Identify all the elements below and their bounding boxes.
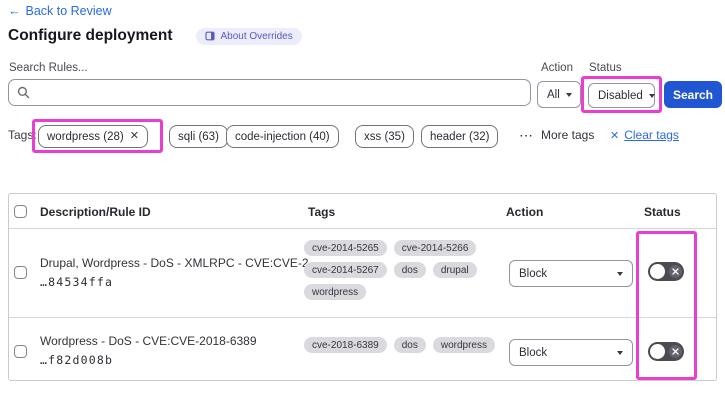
tag-pill-wordpress[interactable]: wordpress (28) ✕ bbox=[38, 125, 148, 148]
action-select[interactable]: Block bbox=[509, 260, 633, 287]
about-overrides-label: About Overrides bbox=[220, 30, 293, 42]
ellipsis-icon: ⋯ bbox=[519, 127, 534, 143]
tag-pill-label: sqli (63) bbox=[178, 130, 219, 143]
column-tags: Tags bbox=[308, 205, 336, 219]
table-header-row: Description/Rule ID Tags Action Status bbox=[9, 194, 716, 229]
tag-pill-label: code-injection (40) bbox=[235, 130, 330, 143]
book-icon bbox=[205, 31, 216, 41]
tag-pill-label: header (32) bbox=[430, 130, 490, 143]
caret-down-icon bbox=[648, 93, 655, 98]
rules-table: Description/Rule ID Tags Action Status D… bbox=[8, 193, 717, 381]
rule-tags: cve-2014-5265 cve-2014-5266 cve-2014-526… bbox=[304, 240, 512, 300]
rule-tag-chip: dos bbox=[393, 262, 426, 278]
rule-description: Drupal, Wordpress - DoS - XMLRPC - CVE:C… bbox=[40, 256, 321, 270]
toggle-knob bbox=[650, 264, 665, 279]
row-checkbox[interactable] bbox=[14, 345, 27, 358]
status-filter-select[interactable]: Disabled bbox=[588, 83, 655, 108]
more-tags-label: More tags bbox=[541, 128, 595, 142]
search-rules-input[interactable] bbox=[36, 85, 530, 100]
caret-down-icon bbox=[617, 271, 623, 276]
search-rules-box bbox=[8, 79, 531, 106]
toggle-knob bbox=[650, 344, 665, 359]
back-arrow-icon: ← bbox=[8, 4, 21, 18]
tag-pill-header[interactable]: header (32) bbox=[421, 125, 499, 148]
clear-tags-label: Clear tags bbox=[624, 128, 679, 142]
action-select-value: Block bbox=[519, 346, 548, 359]
rule-tag-chip: cve-2014-5265 bbox=[304, 240, 387, 256]
rule-tag-chip: drupal bbox=[432, 262, 477, 278]
rule-id: …84534ffa bbox=[40, 275, 114, 289]
column-status: Status bbox=[644, 205, 681, 219]
rule-tag-chip: wordpress bbox=[304, 284, 367, 300]
tag-pill-label: xss (35) bbox=[364, 130, 405, 143]
select-all-checkbox[interactable] bbox=[14, 205, 27, 218]
caret-down-icon bbox=[565, 92, 572, 97]
toggle-off-icon bbox=[668, 265, 682, 278]
action-filter-label: Action bbox=[541, 62, 573, 74]
rule-id: …f82d008b bbox=[40, 353, 114, 367]
search-button[interactable]: Search bbox=[664, 81, 722, 108]
action-filter-select[interactable]: All bbox=[537, 81, 581, 108]
row-checkbox[interactable] bbox=[14, 266, 27, 279]
action-filter-value: All bbox=[547, 88, 560, 101]
status-filter-value: Disabled bbox=[598, 89, 643, 102]
rule-tag-chip: dos bbox=[393, 337, 426, 353]
page-title: Configure deployment bbox=[8, 27, 173, 44]
tags-bar-label: Tags: bbox=[8, 128, 37, 142]
action-select[interactable]: Block bbox=[509, 339, 633, 366]
remove-tag-icon[interactable]: ✕ bbox=[130, 131, 139, 142]
status-filter-label: Status bbox=[589, 62, 622, 74]
status-toggle[interactable] bbox=[648, 342, 684, 361]
column-description: Description/Rule ID bbox=[40, 205, 151, 219]
close-icon: ✕ bbox=[610, 129, 620, 142]
tag-pill-sqli[interactable]: sqli (63) bbox=[169, 125, 228, 148]
clear-tags-link[interactable]: ✕ Clear tags bbox=[610, 128, 679, 142]
table-row: Drupal, Wordpress - DoS - XMLRPC - CVE:C… bbox=[9, 229, 716, 318]
caret-down-icon bbox=[617, 350, 623, 355]
back-to-review-link[interactable]: ← Back to Review bbox=[8, 4, 112, 18]
about-overrides-badge[interactable]: About Overrides bbox=[196, 27, 302, 45]
more-tags-button[interactable]: ⋯ More tags bbox=[519, 128, 594, 142]
search-rules-label: Search Rules... bbox=[9, 62, 88, 74]
tag-pill-code-injection[interactable]: code-injection (40) bbox=[226, 125, 339, 148]
status-toggle[interactable] bbox=[648, 262, 684, 281]
title-row: Configure deployment About Overrides bbox=[8, 27, 302, 45]
configure-deployment-page: ← Back to Review Configure deployment Ab… bbox=[0, 0, 725, 406]
table-row: Wordpress - DoS - CVE:CVE-2018-6389 …f82… bbox=[9, 318, 716, 382]
toggle-off-icon bbox=[668, 345, 682, 358]
rule-tag-chip: wordpress bbox=[432, 337, 495, 353]
column-action: Action bbox=[506, 205, 544, 219]
tag-pill-xss[interactable]: xss (35) bbox=[355, 125, 414, 148]
action-select-value: Block bbox=[519, 267, 548, 280]
rule-tag-chip: cve-2014-5267 bbox=[304, 262, 387, 278]
tag-pill-label: wordpress (28) bbox=[47, 130, 124, 143]
back-link-label: Back to Review bbox=[25, 4, 112, 18]
search-icon bbox=[17, 86, 30, 99]
rule-tag-chip: cve-2018-6389 bbox=[304, 337, 387, 353]
rule-tags: cve-2018-6389 dos wordpress bbox=[304, 337, 512, 353]
rule-description: Wordpress - DoS - CVE:CVE-2018-6389 bbox=[40, 334, 257, 348]
rule-tag-chip: cve-2014-5266 bbox=[393, 240, 477, 256]
